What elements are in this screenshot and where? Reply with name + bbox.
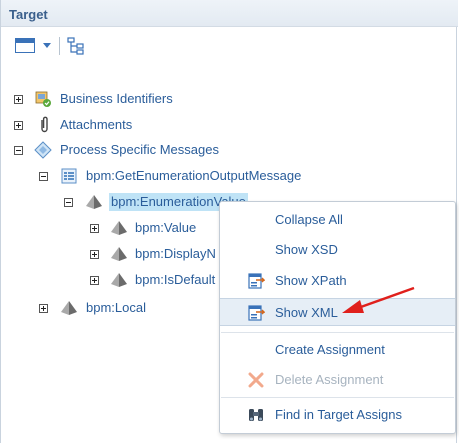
tree-node-is-default[interactable] [90,270,99,290]
expand-icon[interactable] [90,249,99,259]
expand-icon[interactable] [39,303,48,313]
expand-icon[interactable] [14,120,23,130]
tree-node-attachments[interactable] [14,115,23,135]
menu-item-collapse-all[interactable]: Collapse All [220,207,455,233]
menu-item-label: Delete Assignment [275,372,384,387]
menu-item-show-xsd[interactable]: Show XSD [220,237,455,263]
menu-item-delete-assignment: Delete Assignment [220,367,455,393]
collapse-icon[interactable] [14,145,23,155]
binoculars-icon [249,409,263,421]
tree-node-get-enumeration-output-message[interactable] [39,166,48,186]
element-pyramid-icon [86,195,102,209]
tree-structure-icon[interactable] [67,37,85,55]
menu-item-show-xml[interactable]: Show XML [220,298,455,326]
diamond-message-icon [34,141,52,159]
tree-label[interactable]: bpm:DisplayN [135,245,216,263]
tree-label[interactable]: Process Specific Messages [60,141,219,159]
menu-item-label: Show XPath [275,273,347,288]
menu-item-find-in-target-assigns[interactable]: Find in Target Assigns [220,402,455,428]
menu-item-create-assignment[interactable]: Create Assignment [220,337,455,363]
caret-down-icon[interactable] [43,43,51,48]
element-pyramid-icon [111,247,127,261]
tree-label[interactable]: bpm:GetEnumerationOutputMessage [86,167,301,185]
window-icon[interactable] [15,38,35,53]
tree-label[interactable]: bpm:IsDefault [135,271,215,289]
menu-divider [221,397,454,398]
menu-item-label: Collapse All [275,212,343,227]
menu-item-label: Create Assignment [275,342,385,357]
delete-x-icon [248,372,264,388]
toolbar-divider [59,37,60,55]
menu-divider [221,332,454,333]
menu-item-label: Show XSD [275,242,338,257]
tree-node-display-name[interactable] [90,244,99,264]
tree-label[interactable]: bpm:Value [135,219,196,237]
menu-item-show-xpath[interactable]: Show XPath [220,268,455,294]
menu-item-label: Show XML [275,305,338,320]
element-pyramid-icon [111,273,127,287]
business-identifiers-icon [35,91,51,107]
toolbar [11,35,111,57]
tree-node-enumeration-value[interactable] [64,192,73,212]
expand-icon[interactable] [90,275,99,285]
expand-icon[interactable] [90,223,99,233]
collapse-icon[interactable] [39,171,48,181]
tree-node-local[interactable] [39,298,48,318]
document-xpath-icon [248,273,265,289]
expand-icon[interactable] [14,94,23,104]
tree-node-business-identifiers[interactable] [14,89,23,109]
tree-label[interactable]: Attachments [60,116,132,134]
panel-header: Target [1,0,458,27]
paperclip-icon [41,116,48,133]
menu-item-label: Find in Target Assigns [275,407,402,422]
collapse-icon[interactable] [64,197,73,207]
tree-label[interactable]: bpm:Local [86,299,146,317]
element-pyramid-icon [111,221,127,235]
tree-node-process-specific-messages[interactable] [14,140,23,160]
tree-node-value[interactable] [90,218,99,238]
context-menu: Collapse All Show XSD Show XPath Show XM… [219,201,456,434]
message-grid-icon [61,168,77,184]
element-pyramid-icon [61,301,77,315]
document-xml-icon [248,305,265,321]
tree-label[interactable]: Business Identifiers [60,90,173,108]
